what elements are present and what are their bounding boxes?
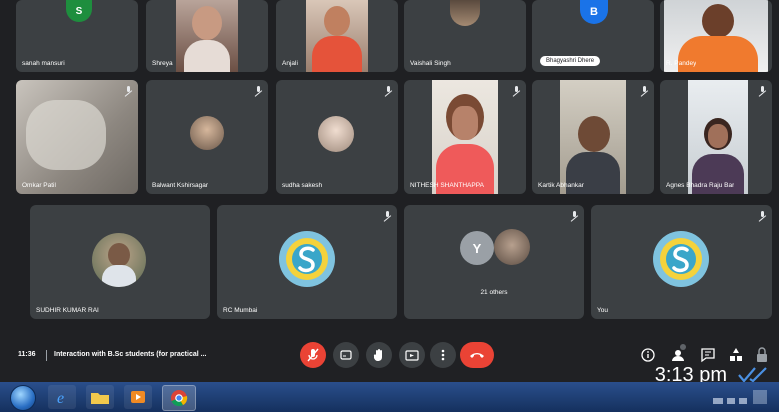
mic-off-icon [513,86,520,95]
participant-tile[interactable]: You [591,205,772,319]
participant-name: Balwant Kshirsagar [152,182,208,189]
mic-off-icon [641,86,648,95]
more-options-button[interactable] [430,342,456,368]
participant-name: NITHESH SHANTHAPPA [410,182,484,189]
participant-tile[interactable]: Omkar Patil [16,80,138,194]
meet-screen: S sanah mansuri Shreya Anjali Vaishali S… [0,0,779,412]
more-vert-icon [441,349,445,361]
folder-icon[interactable] [86,385,114,409]
mic-off-icon [385,86,392,95]
avatar [190,116,224,150]
participant-name: RC Mumbai [223,307,258,314]
participant-tile[interactable]: Balwant Kshirsagar [146,80,268,194]
others-count: 21 others [480,289,508,296]
chat-icon[interactable] [700,344,716,366]
start-button[interactable] [10,385,36,411]
avatar: S [66,0,92,22]
hand-icon [373,349,382,361]
participant-name: Vaishali Singh [410,60,451,67]
pinned-name-chip: Bhagyashri Dhere [540,56,601,66]
captions-button[interactable] [333,342,359,368]
participant-tile[interactable]: Kartik Abhankar [532,80,654,194]
video-feed [16,80,138,194]
participant-name: Anjali [282,60,298,67]
people-icon[interactable] [670,344,686,366]
media-player-icon[interactable] [124,385,152,409]
present-button[interactable] [399,342,425,368]
meeting-title: Interaction with B.Sc students (for prac… [54,351,207,358]
phone-hangup-icon [470,353,484,358]
participant-name: SUDHIR KUMAR RAI [36,307,99,314]
participant-name: Shreya [152,60,173,67]
mic-toggle-button[interactable] [300,342,326,368]
avatar [494,229,530,265]
mic-off-icon [759,211,766,220]
participant-tile[interactable]: NITHESH SHANTHAPPA [404,80,526,194]
participant-tile[interactable]: sudha sakesh [276,80,398,194]
avatar: B [580,0,608,24]
raise-hand-button[interactable] [366,342,392,368]
participant-name: Agnes Bhadra Raju Bar [666,182,735,189]
video-feed [560,80,626,194]
present-icon [405,349,419,361]
chrome-icon[interactable] [162,385,196,411]
lock-icon[interactable] [754,344,770,366]
avatar [450,0,480,26]
mic-off-icon [571,211,578,220]
mic-off-icon [384,211,391,220]
mic-off-icon [125,86,132,95]
system-tray[interactable] [711,386,771,408]
avatar [318,116,354,152]
video-feed [688,80,748,194]
org-logo-icon [653,231,709,287]
mic-off-icon [255,86,262,95]
participant-name: R. Pandey [666,60,697,67]
ie-icon[interactable]: e [48,385,76,409]
participant-tile[interactable]: Vaishali Singh [404,0,526,72]
video-feed [432,80,498,194]
captions-icon [340,350,352,360]
participant-tile[interactable]: SUDHIR KUMAR RAI [30,205,210,319]
participant-tile[interactable]: B Bhagyashri Dhere [532,0,654,72]
info-icon[interactable] [640,344,656,366]
mic-off-icon [759,86,766,95]
activities-icon[interactable] [728,344,744,366]
svg-text:e: e [57,390,64,407]
divider [46,350,47,361]
mic-off-icon [307,348,319,362]
participant-tile[interactable]: Anjali [276,0,398,72]
participant-name: sudha sakesh [282,182,323,189]
taskbar: e [0,382,779,412]
participant-name: Kartik Abhankar [538,182,584,189]
participant-tile[interactable]: RC Mumbai [217,205,397,319]
leave-call-button[interactable] [460,342,494,368]
participant-tile[interactable]: Y 21 others [404,205,584,319]
participant-tile[interactable]: Agnes Bhadra Raju Bar [660,80,772,194]
participant-name: Omkar Patil [22,182,56,189]
participant-name: sanah mansuri [22,60,65,67]
video-feed [306,0,368,72]
org-logo-icon [279,231,335,287]
video-feed [176,0,238,72]
participant-tile[interactable]: R. Pandey [660,0,772,72]
participant-tile[interactable]: S sanah mansuri [16,0,138,72]
avatar: Y [460,231,494,265]
avatar [92,233,146,287]
meeting-time: 11:36 [18,351,36,358]
participant-name: You [597,307,608,314]
participant-tile[interactable]: Shreya [146,0,268,72]
